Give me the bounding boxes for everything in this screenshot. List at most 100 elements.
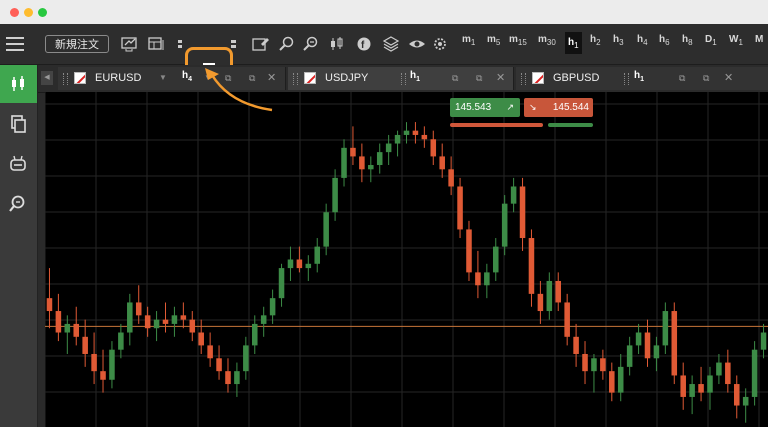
candle-body <box>305 263 312 269</box>
candle-body <box>671 311 678 376</box>
candle-body <box>368 165 374 170</box>
window-titlebar <box>0 0 768 25</box>
copy-icon <box>11 115 26 133</box>
tab-usdjpy[interactable]: USDJPY h1 ⧉ ⧉ ✕ <box>288 67 514 90</box>
candle-body <box>501 203 508 247</box>
tab-timeframe[interactable]: h1 <box>634 70 644 83</box>
timeframe-m5[interactable]: m5 <box>487 34 500 47</box>
buy-ratio-bar <box>548 123 593 127</box>
zoom-window-button[interactable] <box>38 8 47 17</box>
tab-timeframe[interactable]: h1 <box>410 70 420 83</box>
sidebar-item-chart[interactable] <box>0 65 37 103</box>
zoom-search-icon <box>9 195 25 212</box>
candle-body <box>760 332 767 350</box>
left-sidebar <box>0 65 38 427</box>
tab-timeframe[interactable]: h4 <box>182 70 192 83</box>
candle-body <box>492 246 499 273</box>
detach-tab-icon[interactable]: ⧉ <box>703 73 709 84</box>
new-order-button[interactable]: 新規注文 <box>45 35 109 53</box>
timeframe-h6[interactable]: h6 <box>659 34 670 47</box>
one-click-trade-icon[interactable] <box>121 36 139 52</box>
layers-icon[interactable] <box>382 36 400 52</box>
tab-eurusd[interactable]: EURUSD ▼ h4 ▼ ⧉ ⧉ ✕ <box>58 67 286 90</box>
timeframe-M[interactable]: M <box>755 34 763 45</box>
price-chart[interactable] <box>45 92 768 427</box>
candle-body <box>296 259 303 269</box>
link-chart-icon[interactable]: ⧉ <box>225 73 231 84</box>
timeframe-h8[interactable]: h8 <box>682 34 693 47</box>
candle-body <box>546 280 553 312</box>
candle-body <box>725 362 731 385</box>
candle-body <box>662 311 669 346</box>
tab-symbol: USDJPY <box>325 72 369 84</box>
timeframe-m30[interactable]: m30 <box>538 34 556 47</box>
layout-icon[interactable] <box>148 36 166 52</box>
close-tab-icon[interactable]: ✕ <box>267 71 276 84</box>
split-view-icon[interactable] <box>230 36 248 52</box>
candle-body <box>73 323 80 337</box>
candle-body <box>394 134 401 144</box>
edit-chart-icon[interactable] <box>252 36 270 52</box>
candlestick-type-icon[interactable] <box>328 36 346 52</box>
zoom-out-icon[interactable] <box>302 36 320 52</box>
timeframe-h4[interactable]: h4 <box>637 34 648 47</box>
buy-price-button[interactable]: ↘ 145.544 <box>524 98 593 117</box>
settings-icon[interactable] <box>432 36 450 52</box>
timeframe-D1[interactable]: D1 <box>705 34 717 47</box>
candle-body <box>537 293 544 312</box>
close-window-button[interactable] <box>10 8 19 17</box>
tab-drag-handle[interactable] <box>521 73 526 85</box>
candle-body <box>64 323 71 333</box>
candle-body <box>617 366 624 393</box>
eye-icon[interactable] <box>408 36 426 52</box>
symbol-dropdown-icon[interactable]: ▼ <box>159 73 167 82</box>
ask-price: 145.544 <box>552 102 589 113</box>
tab-scroll-left-button[interactable]: ◀ <box>41 71 53 85</box>
candle-body <box>82 336 88 354</box>
candle-body <box>127 302 133 333</box>
timeframe-h1[interactable]: h1 <box>565 32 582 54</box>
candle-body <box>91 353 97 372</box>
tab-drag-handle[interactable] <box>401 73 406 85</box>
candle-body <box>564 302 570 337</box>
symbol-flag-icon <box>304 72 316 84</box>
candle-body <box>269 298 276 316</box>
timeframe-m1[interactable]: m1 <box>462 34 475 47</box>
close-tab-icon[interactable]: ✕ <box>496 71 505 84</box>
detach-tab-icon[interactable]: ⧉ <box>249 73 255 84</box>
timeframe-W1[interactable]: W1 <box>729 34 743 47</box>
candle-body <box>46 298 53 312</box>
tab-drag-handle[interactable] <box>63 73 68 85</box>
candle-body <box>109 349 115 380</box>
candle-body <box>430 139 437 157</box>
candle-body <box>716 362 722 376</box>
candle-body <box>153 319 160 329</box>
candle-body <box>118 332 124 350</box>
sidebar-item-robot[interactable] <box>0 145 37 183</box>
tab-drag-handle[interactable] <box>293 73 298 85</box>
link-chart-icon[interactable]: ⧉ <box>452 73 458 84</box>
close-tab-icon[interactable]: ✕ <box>724 71 733 84</box>
candle-body <box>251 323 258 346</box>
down-arrow-icon: ↘ <box>529 102 537 112</box>
sell-price-button[interactable]: 145.543 ↗ <box>450 98 520 117</box>
sidebar-item-search[interactable] <box>0 185 37 223</box>
candle-body <box>653 345 660 359</box>
candle-body <box>680 375 686 397</box>
candle-body <box>412 130 419 135</box>
menu-icon[interactable] <box>6 37 24 51</box>
minimize-window-button[interactable] <box>24 8 33 17</box>
timeframe-m15[interactable]: m15 <box>509 34 527 47</box>
tab-gbpusd[interactable]: GBPUSD h1 ⧉ ⧉ ✕ <box>516 67 768 90</box>
link-chart-icon[interactable]: ⧉ <box>679 73 685 84</box>
zoom-in-icon[interactable] <box>278 36 296 52</box>
timeframe-h3[interactable]: h3 <box>613 34 624 47</box>
tab-symbol: EURUSD <box>95 72 142 84</box>
tab-symbol: GBPUSD <box>553 72 600 84</box>
timeframe-h2[interactable]: h2 <box>590 34 601 47</box>
detach-tab-icon[interactable]: ⧉ <box>476 73 482 84</box>
tab-drag-handle[interactable] <box>624 73 629 85</box>
indicator-icon[interactable]: f <box>355 36 373 52</box>
timeframe-dropdown-icon[interactable]: ▼ <box>204 73 212 82</box>
sidebar-item-copy[interactable] <box>0 105 37 143</box>
